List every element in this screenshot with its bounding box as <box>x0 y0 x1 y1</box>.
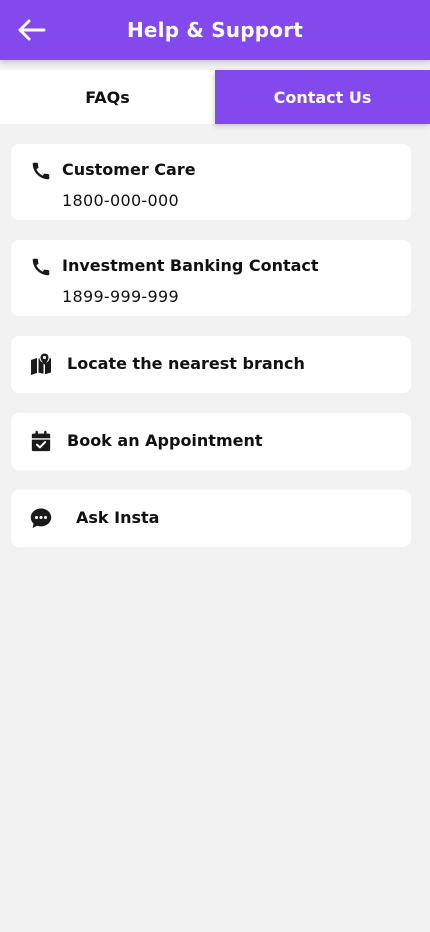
arrow-left-icon <box>18 19 46 41</box>
locate-branch-card[interactable]: Locate the nearest branch <box>11 336 411 393</box>
book-appointment-card[interactable]: Book an Appointment <box>11 413 411 470</box>
locate-branch-label: Locate the nearest branch <box>67 354 305 373</box>
calendar-check-icon <box>29 429 53 453</box>
investment-banking-number: 1899-999-999 <box>62 287 179 306</box>
phone-icon <box>29 255 53 279</box>
back-button[interactable] <box>14 15 48 45</box>
investment-banking-card[interactable]: Investment Banking Contact 1899-999-999 <box>11 240 411 316</box>
map-marker-icon <box>29 352 53 376</box>
phone-icon <box>29 159 53 183</box>
ask-insta-label: Ask Insta <box>76 508 160 527</box>
tab-bar: FAQs Contact Us <box>0 70 430 124</box>
customer-care-title: Customer Care <box>62 160 196 179</box>
page-title: Help & Support <box>126 18 304 42</box>
chat-bubble-icon <box>29 506 53 530</box>
book-appointment-label: Book an Appointment <box>67 431 263 450</box>
customer-care-number: 1800-000-000 <box>62 191 179 210</box>
ask-insta-card[interactable]: Ask Insta <box>11 490 411 547</box>
tab-contact-us[interactable]: Contact Us <box>215 70 430 124</box>
investment-banking-title: Investment Banking Contact <box>62 256 319 275</box>
contact-list: Customer Care 1800-000-000 Investment Ba… <box>11 144 411 567</box>
app-root: Help & Support FAQs Contact Us Customer … <box>0 0 430 932</box>
customer-care-card[interactable]: Customer Care 1800-000-000 <box>11 144 411 220</box>
app-header: Help & Support <box>0 0 430 60</box>
tab-faqs[interactable]: FAQs <box>0 70 215 124</box>
